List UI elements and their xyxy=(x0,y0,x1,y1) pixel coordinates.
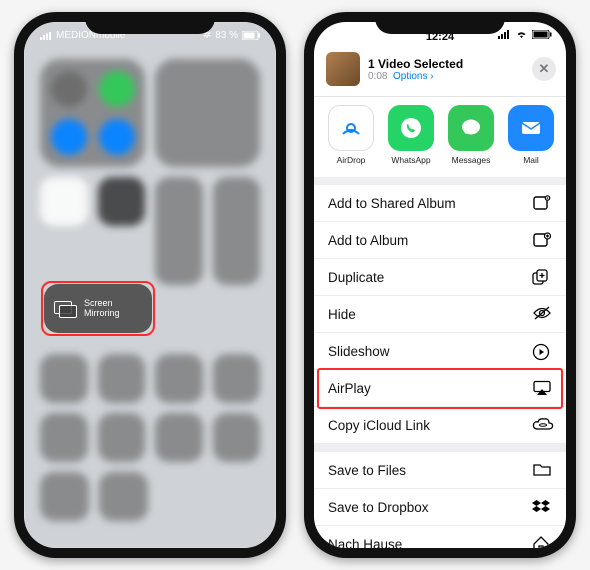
app-label: Messages xyxy=(452,155,491,165)
action-label: Save to Files xyxy=(328,463,406,478)
dnd-tile[interactable] xyxy=(98,177,146,226)
screen-mirroring-label: Screen Mirroring xyxy=(84,299,120,319)
action-add-to-album[interactable]: Add to Album xyxy=(314,222,566,259)
home-icon xyxy=(532,536,552,548)
actions-group-2: Save to Files Save to Dropbox Nach Hause xyxy=(314,452,566,548)
screen-mirroring-icon xyxy=(54,301,76,317)
action-label: Add to Shared Album xyxy=(328,196,456,211)
share-title: 1 Video Selected xyxy=(368,57,463,71)
group-divider xyxy=(314,444,566,452)
shared-album-icon xyxy=(532,195,552,211)
action-label: Duplicate xyxy=(328,270,384,285)
share-app-mail[interactable]: Mail xyxy=(506,105,556,165)
action-airplay[interactable]: AirPlay xyxy=(314,370,566,407)
airdrop-icon xyxy=(328,105,374,151)
action-label: Nach Hause xyxy=(328,537,402,549)
cloud-icon xyxy=(532,417,552,433)
battery-icon xyxy=(242,31,260,40)
video-thumbnail xyxy=(326,52,360,86)
play-icon xyxy=(532,343,552,359)
action-save-to-files[interactable]: Save to Files xyxy=(314,452,566,489)
folder-icon xyxy=(532,462,552,478)
close-button[interactable]: ✕ xyxy=(532,57,556,81)
actions-group-1: Add to Shared Album Add to Album Duplicate… xyxy=(314,185,566,444)
battery-label: 83 % xyxy=(215,30,238,41)
mail-icon xyxy=(508,105,554,151)
bluetooth-toggle[interactable] xyxy=(99,119,135,155)
connectivity-group[interactable] xyxy=(40,59,145,167)
share-app-messages[interactable]: Messages xyxy=(446,105,496,165)
dropbox-icon xyxy=(532,499,552,515)
action-nach-hause[interactable]: Nach Hause xyxy=(314,526,566,548)
app-label: WhatsApp xyxy=(391,155,430,165)
airplane-toggle[interactable] xyxy=(51,71,87,107)
cc-tile[interactable] xyxy=(40,472,89,521)
cellular-toggle[interactable] xyxy=(99,71,135,107)
hide-icon xyxy=(532,306,552,322)
cc-tile[interactable] xyxy=(155,354,203,403)
volume-slider[interactable] xyxy=(213,177,261,285)
cc-tile[interactable] xyxy=(213,354,261,403)
whatsapp-icon xyxy=(388,105,434,151)
cc-tile[interactable] xyxy=(98,354,146,403)
cc-tile[interactable] xyxy=(40,413,88,462)
options-link[interactable]: Options › xyxy=(393,71,434,82)
action-slideshow[interactable]: Slideshow xyxy=(314,333,566,370)
music-tile[interactable] xyxy=(155,59,260,167)
cc-tile[interactable] xyxy=(40,354,88,403)
close-icon: ✕ xyxy=(539,61,550,77)
signal-icon xyxy=(40,32,52,40)
notch xyxy=(85,12,215,34)
share-header: 1 Video Selected 0:08 Options › ✕ xyxy=(314,46,566,97)
share-app-whatsapp[interactable]: WhatsApp xyxy=(386,105,436,165)
action-save-to-dropbox[interactable]: Save to Dropbox xyxy=(314,489,566,526)
wifi-toggle[interactable] xyxy=(51,119,87,155)
messages-icon xyxy=(448,105,494,151)
app-label: Mail xyxy=(523,155,539,165)
action-label: AirPlay xyxy=(328,381,371,396)
action-hide[interactable]: Hide xyxy=(314,296,566,333)
action-duplicate[interactable]: Duplicate xyxy=(314,259,566,296)
action-label: Add to Album xyxy=(328,233,408,248)
phone-left: MEDIONmobile ✲ 83 % xyxy=(14,12,286,558)
action-add-to-shared-album[interactable]: Add to Shared Album xyxy=(314,185,566,222)
battery-icon xyxy=(532,30,552,39)
share-app-airdrop[interactable]: AirDrop xyxy=(326,105,376,165)
app-label: AirDrop xyxy=(337,155,366,165)
action-label: Save to Dropbox xyxy=(328,500,429,515)
cc-tile[interactable] xyxy=(213,413,261,462)
orientation-lock-tile[interactable] xyxy=(40,177,88,226)
signal-icon xyxy=(498,30,511,39)
share-subtitle: 0:08 Options › xyxy=(368,71,463,82)
action-copy-icloud-link[interactable]: Copy iCloud Link xyxy=(314,407,566,444)
album-icon xyxy=(532,232,552,248)
screen-left: MEDIONmobile ✲ 83 % xyxy=(24,22,276,548)
notch xyxy=(375,12,505,34)
cc-tile[interactable] xyxy=(155,413,203,462)
phone-right: 12:24 1 Video Selected 0:08 Options › ✕ … xyxy=(304,12,576,558)
action-label: Hide xyxy=(328,307,356,322)
screen-mirroring-tile[interactable]: Screen Mirroring xyxy=(44,284,152,333)
brightness-slider[interactable] xyxy=(155,177,203,285)
share-apps-row[interactable]: AirDropWhatsAppMessagesMailF xyxy=(314,97,566,185)
duplicate-icon xyxy=(532,269,552,285)
cc-tile[interactable] xyxy=(98,413,146,462)
action-label: Copy iCloud Link xyxy=(328,418,430,433)
airplay-icon xyxy=(532,380,552,396)
wifi-icon xyxy=(515,30,528,39)
cc-tile[interactable] xyxy=(99,472,148,521)
action-label: Slideshow xyxy=(328,344,390,359)
screen-right: 12:24 1 Video Selected 0:08 Options › ✕ … xyxy=(314,22,566,548)
